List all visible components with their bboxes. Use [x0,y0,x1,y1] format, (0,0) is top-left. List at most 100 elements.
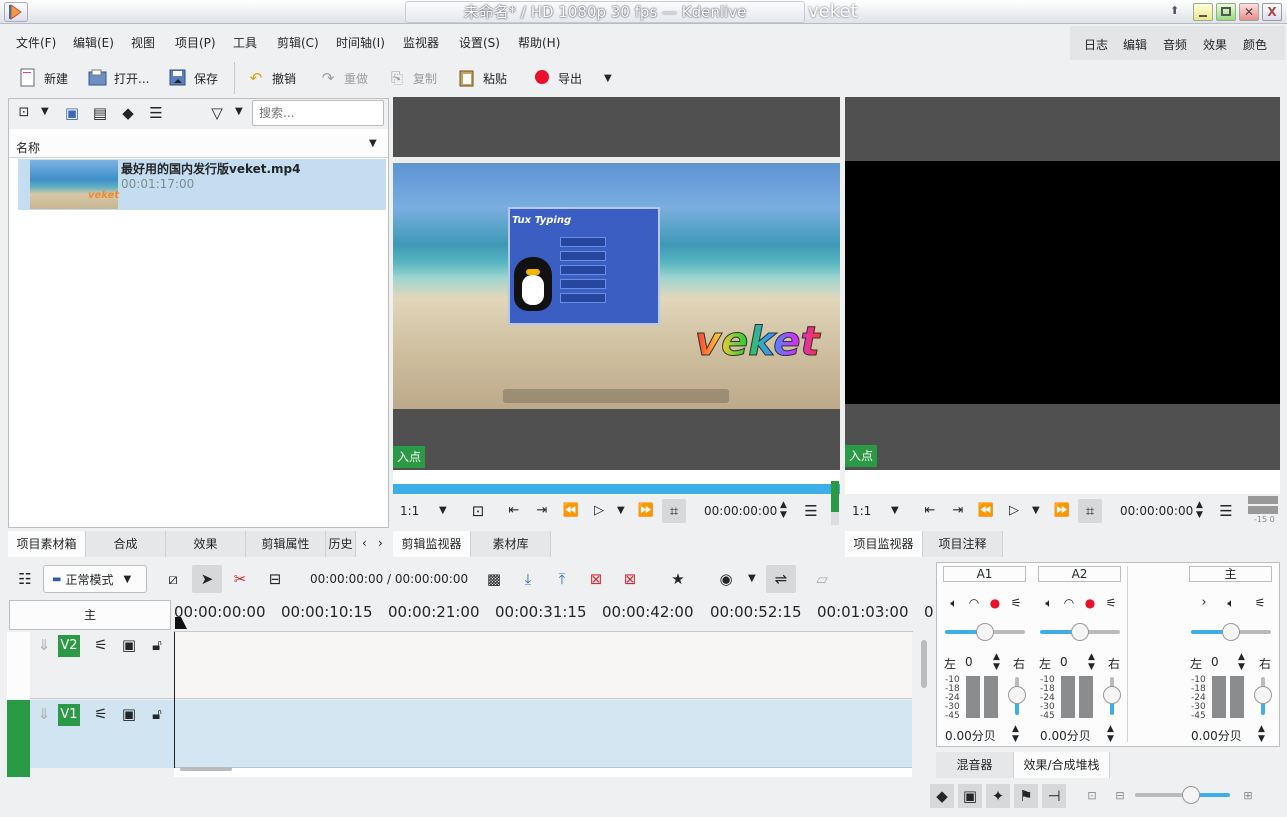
tab-history[interactable]: 历史 [326,531,356,557]
menu-settings[interactable]: 设置(S) [459,34,500,51]
undo-button[interactable]: ↶ 撤销 [246,64,296,92]
save-button[interactable]: 保存 [168,64,218,92]
effects-wand-icon[interactable]: ⚟ [1006,593,1026,613]
menu-clip[interactable]: 剪辑(C) [277,34,319,51]
effects-wand-icon[interactable]: ⚟ [1250,593,1270,613]
track-v1-target[interactable] [7,700,30,777]
audio-wave-icon[interactable]: ✦ [986,784,1010,808]
timecode-stepper-icon[interactable]: ▲ ▼ [1196,500,1203,520]
film-icon[interactable]: ▣ [119,635,139,655]
zoom-out-icon[interactable]: ⊟ [1110,786,1130,806]
close-button-alt[interactable]: X [1262,3,1282,21]
play-icon[interactable]: ▷ [1004,501,1024,521]
headphones-icon[interactable]: ◠ [964,593,984,613]
copy-button[interactable]: ⎘ 复制 [387,64,437,92]
chevron-left-icon[interactable]: ‹ [362,536,367,550]
select-tool-icon[interactable]: ➤ [192,565,222,593]
tab-project-bin[interactable]: 项目素材箱 [8,531,86,557]
mixer-channel-a1-name[interactable]: A1 [943,566,1026,582]
column-name-header[interactable]: 名称 [16,139,40,156]
mixer-a2-pan-value[interactable]: 0 [1060,655,1068,669]
film-icon[interactable]: ▤ [90,103,110,123]
menu-help[interactable]: 帮助(H) [518,34,560,51]
project-ruler[interactable] [845,470,1280,494]
tab-compositions[interactable]: 合成 [86,531,166,557]
mixer-a2-gain-value[interactable]: 0.00分贝 [1040,727,1091,744]
rewind-icon[interactable]: ⏪ [976,501,996,521]
composite-icon[interactable]: ▩ [484,569,504,589]
menu-view[interactable]: 视图 [131,34,155,51]
track-name-v1[interactable]: V1 [58,704,80,726]
menu-monitor[interactable]: 监视器 [403,34,439,51]
tab-library[interactable]: 素材库 [471,531,551,557]
speaker-icon[interactable]: 🔈︎ [1039,593,1059,613]
gain-stepper-icon[interactable]: ▲ ▼ [1258,724,1265,744]
tab-mixer[interactable]: 混音器 [936,752,1014,778]
chevron-down-icon[interactable]: ▼ [41,106,49,117]
track-config-icon[interactable]: ☷ [15,569,35,589]
mixer-channel-master-name[interactable]: 主 [1189,566,1272,582]
track-name-v2[interactable]: V2 [58,635,80,657]
menu-project[interactable]: 项目(P) [175,34,216,51]
record-audio-icon[interactable]: ◉ [716,569,736,589]
spacer-tool-icon[interactable]: ⧄ [163,569,183,589]
clip-ruler[interactable] [393,470,840,484]
app-menu-icon[interactable] [4,2,28,22]
pan-stepper-icon[interactable]: ▲ ▼ [1238,652,1245,672]
new-button[interactable]: 新建 [18,64,68,92]
mixer-a1-gain-value[interactable]: 0.00分贝 [945,727,996,744]
tab-project-notes[interactable]: 项目注释 [923,531,1003,557]
flag-icon[interactable]: ⚑ [1014,784,1038,808]
eraser-icon[interactable]: ▱ [812,569,832,589]
mixer-a1-volume-handle[interactable] [1008,686,1026,704]
chevron-down-icon[interactable]: ▼ [748,573,756,584]
extract-icon[interactable]: ⊠ [586,569,606,589]
timeline-zoom-handle[interactable] [1182,786,1200,804]
timecode-stepper-icon[interactable]: ▲ ▼ [780,500,787,520]
layout-color[interactable]: 颜色 [1243,36,1267,53]
chevron-right-icon[interactable]: › [378,536,383,550]
track-lane-v1[interactable] [174,700,912,768]
open-button[interactable]: 打开... [88,64,149,92]
set-in-icon[interactable]: ⇤ [504,501,524,521]
clip-zoom[interactable]: 1:1 [400,504,419,518]
pin-icon[interactable]: ⬆ [1170,4,1179,17]
mixer-a2-volume-handle[interactable] [1103,686,1121,704]
add-folder-icon[interactable]: ▣ [62,103,82,123]
pan-stepper-icon[interactable]: ▲ ▼ [993,652,1000,672]
mixer-toggle-icon[interactable]: ⇌ [766,565,796,593]
redo-button[interactable]: ↷ 重做 [318,64,368,92]
close-button[interactable]: ✕ [1239,3,1259,21]
mixer-a1-pan-value[interactable]: 0 [965,655,973,669]
master-track-button[interactable]: 主 [9,600,171,630]
tag-icon[interactable]: ◆ [118,103,138,123]
tab-effect-stack[interactable]: 效果/合成堆栈 [1014,752,1110,778]
razor-tool-icon[interactable]: ✂ [230,569,250,589]
tab-effects[interactable]: 效果 [166,531,246,557]
edit-mode-select[interactable]: ▬ 正常模式 ▼ [43,565,147,593]
minimize-button[interactable] [1193,3,1213,21]
mixer-channel-a2-name[interactable]: A2 [1038,566,1121,582]
effects-wand-icon[interactable]: ⚟ [1101,593,1121,613]
chevron-down-icon[interactable]: ▼ [235,106,243,117]
chevron-down-icon[interactable]: ▼ [891,505,899,516]
gain-stepper-icon[interactable]: ▲ ▼ [1012,724,1019,744]
forward-icon[interactable]: ⏩ [636,501,656,521]
headphones-icon[interactable]: ◠ [1059,593,1079,613]
mixer-master-volume-handle[interactable] [1254,686,1272,704]
insert-target-icon[interactable]: ⇓ [34,635,54,655]
gain-stepper-icon[interactable]: ▲ ▼ [1107,724,1114,744]
film-icon[interactable]: ▣ [958,784,982,808]
tab-project-monitor[interactable]: 项目监视器 [845,531,923,557]
layout-effects[interactable]: 效果 [1203,36,1227,53]
chevron-right-icon[interactable]: › [1194,593,1214,613]
menu-icon[interactable]: ☰ [146,103,166,123]
layout-logging[interactable]: 日志 [1084,36,1108,53]
insert-icon[interactable]: ⤓ [518,569,538,589]
slip-tool-icon[interactable]: ⊟ [265,569,285,589]
filter-icon[interactable]: ▽ [207,103,227,123]
project-timecode[interactable]: 00:00:00:00 [1120,504,1193,518]
menu-timeline[interactable]: 时间轴(I) [336,34,385,51]
monitor-mode-icon[interactable]: ⊡ [468,501,488,521]
layout-audio[interactable]: 音频 [1163,36,1187,53]
